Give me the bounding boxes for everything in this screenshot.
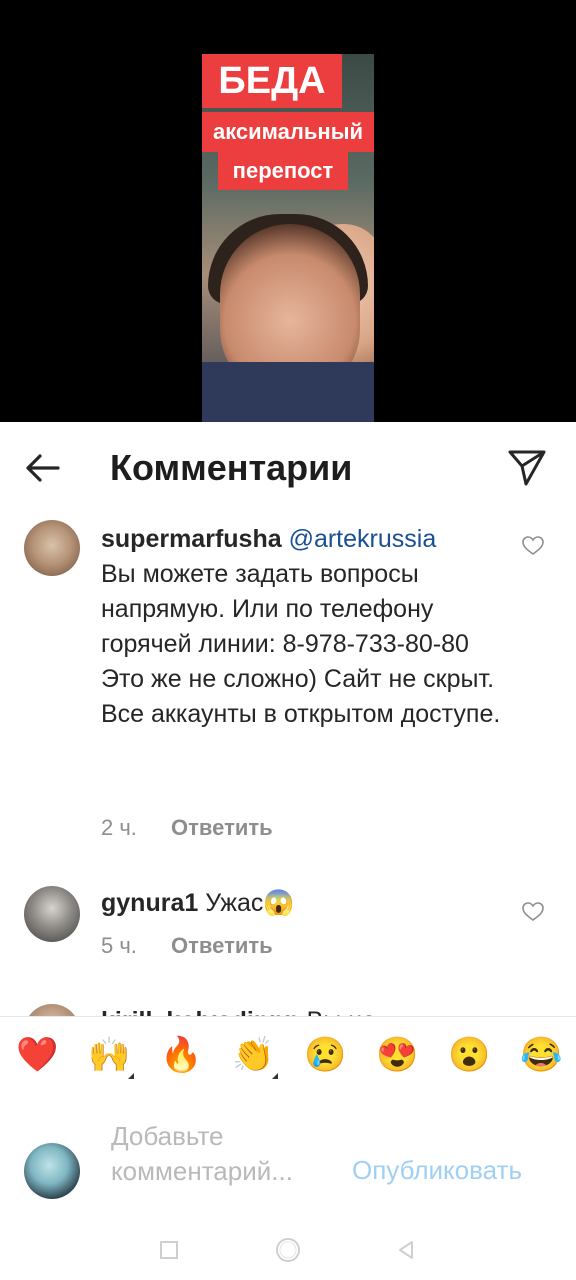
comments-header: Комментарии [0, 422, 576, 514]
paper-plane-icon[interactable] [506, 446, 548, 488]
comment-username[interactable]: gynura1 [101, 889, 198, 917]
recents-square-icon[interactable] [155, 1236, 183, 1264]
raising-hands-emoji-button[interactable]: 🙌 [88, 1035, 134, 1079]
video-thumbnail [202, 54, 374, 422]
current-user-avatar [24, 1143, 80, 1199]
comment-username[interactable]: kirill_kolvodinpp [101, 1007, 300, 1016]
laughing-tears-emoji-button[interactable]: 😂 [520, 1035, 562, 1075]
comment-text: Вы можете задать вопросы напрямую. Или п… [101, 560, 501, 728]
clapping-hands-emoji: 👏 [232, 1036, 275, 1074]
comment-mention[interactable]: @artekrussia [289, 525, 437, 553]
comment-item: supermarfusha @artekrussia Вы можете зад… [0, 520, 576, 850]
arrow-left-icon[interactable] [20, 446, 64, 490]
emoji-reaction-bar: ❤️ 🙌 🔥 👏 😢 😍 😮 😂 [0, 1016, 576, 1094]
clapping-hands-emoji-button[interactable]: 👏 [232, 1035, 278, 1079]
avatar[interactable] [24, 1004, 80, 1016]
comment-meta: 2 ч. Ответить [101, 814, 273, 842]
surprised-face-emoji-button[interactable]: 😮 [448, 1035, 490, 1075]
comment-composer: Добавьте комментарий... Опубликовать [0, 1093, 576, 1218]
comment-time: 5 ч. [101, 933, 137, 958]
comment-item: gynura1 Ужас😱 5 ч. Ответить [0, 884, 576, 974]
comment-text: Ужас😱 [205, 889, 295, 917]
heart-outline-icon[interactable] [522, 536, 544, 556]
fire-emoji-button[interactable]: 🔥 [160, 1035, 202, 1075]
video-banner-repost: перепост [218, 152, 348, 190]
comment-item-partial: kirill_kolvodinpp Вы не [0, 1000, 576, 1016]
crying-face-emoji-button[interactable]: 😢 [304, 1035, 346, 1075]
video-banner-subtitle: аксимальный [202, 112, 374, 152]
back-triangle-icon[interactable] [392, 1236, 420, 1264]
skin-tone-indicator-icon [272, 1073, 278, 1079]
comment-username[interactable]: supermarfusha [101, 525, 282, 553]
page-title: Комментарии [110, 447, 353, 488]
raising-hands-emoji: 🙌 [88, 1036, 131, 1074]
comment-time: 2 ч. [101, 815, 137, 840]
comment-body: kirill_kolvodinpp Вы не [101, 1004, 511, 1016]
home-circle-icon[interactable] [274, 1236, 302, 1264]
reply-button[interactable]: Ответить [171, 815, 273, 840]
heart-outline-icon[interactable] [522, 902, 544, 922]
avatar[interactable] [24, 886, 80, 942]
comment-body: supermarfusha @artekrussia Вы можете зад… [101, 522, 511, 732]
publish-button[interactable]: Опубликовать [352, 1153, 522, 1188]
comment-text: Вы не [307, 1007, 376, 1016]
skin-tone-indicator-icon [128, 1073, 134, 1079]
reply-button[interactable]: Ответить [171, 933, 273, 958]
heart-emoji-button[interactable]: ❤️ [16, 1035, 58, 1075]
heart-eyes-emoji-button[interactable]: 😍 [376, 1035, 418, 1075]
video-preview[interactable]: БЕДА аксимальный перепост [0, 0, 576, 422]
comment-body: gynura1 Ужас😱 [101, 886, 511, 921]
avatar[interactable] [24, 520, 80, 576]
system-navigation-bar [0, 1218, 576, 1280]
comment-meta: 5 ч. Ответить [101, 932, 273, 960]
woman-shirt [202, 362, 374, 422]
comment-input[interactable]: Добавьте комментарий... [111, 1119, 351, 1189]
video-banner-title: БЕДА [202, 54, 342, 108]
